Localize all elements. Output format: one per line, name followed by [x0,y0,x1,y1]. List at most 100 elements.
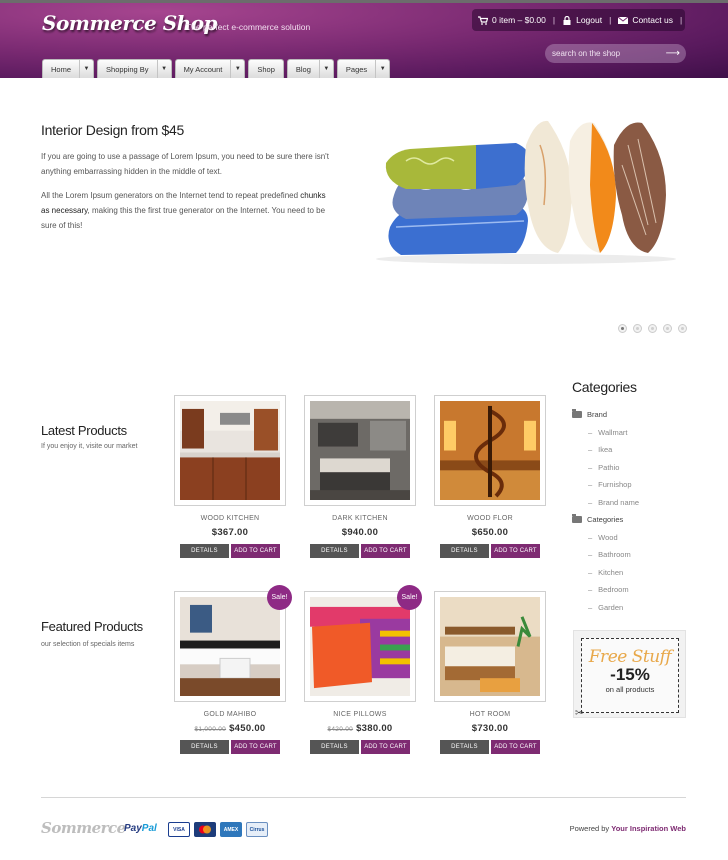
featured-products-subtitle: our selection of specials items [41,641,135,648]
promo-percent: -15% [610,665,650,684]
cart-link[interactable]: 0 item – $0.00 [472,15,552,25]
coupon: Free Stuff -15% on all products [581,638,679,713]
slider-dot[interactable] [678,324,687,333]
category-item[interactable]: Wallmart [572,424,639,442]
details-button[interactable]: DETAILS [180,544,229,558]
product-price: $730.00 [471,723,509,734]
hero-title: Interior Design from $45 [41,122,184,138]
slider-dot[interactable] [618,324,627,333]
details-button[interactable]: DETAILS [310,740,359,754]
old-price: $420.00 [327,726,354,733]
category-item[interactable]: Kitchen [572,564,639,582]
add-to-cart-button[interactable]: ADD TO CART [361,544,410,558]
product-card: WOOD FLOR $650.00 DETAILS ADD TO CART [434,395,546,558]
category-group[interactable]: Brand [572,406,639,424]
product-name[interactable]: NICE PILLOWS [304,711,416,718]
product-thumb[interactable] [434,395,546,506]
product-image [310,401,410,500]
category-item[interactable]: Brand name [572,494,639,512]
nav-blog[interactable]: Blog ▼ [286,59,334,78]
featured-products-title: Featured Products [41,619,143,634]
add-to-cart-button[interactable]: ADD TO CART [231,740,280,754]
product-thumb[interactable] [434,591,546,702]
product-price: $1,000.00 $450.00 [194,723,266,734]
footer-divider [41,797,686,798]
nav-my-account[interactable]: My Account ▼ [174,59,246,78]
search-input[interactable] [552,49,666,58]
add-to-cart-button[interactable]: ADD TO CART [491,740,540,754]
search-arrow-icon[interactable]: ⟶ [666,48,680,59]
category-item[interactable]: Wood [572,529,639,547]
promo-banner[interactable]: Free Stuff -15% on all products ✂ [573,630,686,719]
slider-dot[interactable] [633,324,642,333]
nav-home[interactable]: Home ▼ [42,59,95,78]
sale-badge: Sale! [397,585,422,610]
add-to-cart-button[interactable]: ADD TO CART [231,544,280,558]
category-item[interactable]: Bedroom [572,581,639,599]
product-image [180,401,280,500]
dropdown-arrow-icon[interactable]: ▼ [230,60,244,78]
top-bar: 0 item – $0.00 | Logout | Contact us | [472,9,685,31]
product-thumb[interactable]: Sale! [304,585,422,702]
product-image [180,597,280,696]
product-name[interactable]: HOT ROOM [434,711,546,718]
nav-shopping-by[interactable]: Shopping By ▼ [97,59,172,78]
add-to-cart-button[interactable]: ADD TO CART [491,544,540,558]
category-group[interactable]: Categories [572,511,639,529]
hero-paragraph: If you are going to use a passage of Lor… [41,152,329,176]
latest-products-title: Latest Products [41,423,127,438]
product-name[interactable]: DARK KITCHEN [304,515,416,522]
slider-dots [618,324,687,333]
product-image [440,401,540,500]
product-price: $940.00 [341,527,379,538]
add-to-cart-button[interactable]: ADD TO CART [361,740,410,754]
product-name[interactable]: GOLD MAHIBO [174,711,286,718]
dropdown-arrow-icon[interactable]: ▼ [156,60,171,78]
nav-shop[interactable]: Shop [248,59,284,78]
contact-link[interactable]: Contact us [612,15,679,25]
envelope-icon [618,15,629,25]
hero-pillows-image [376,120,676,264]
dropdown-arrow-icon[interactable]: ▼ [375,60,389,78]
category-item[interactable]: Bathroom [572,546,639,564]
product-thumb[interactable] [174,395,286,506]
nav-label: Shopping By [106,64,149,74]
slider-dot[interactable] [663,324,672,333]
payment-cards: VISA AMEX Cirrus [168,822,268,837]
category-item[interactable]: Garden [572,599,639,617]
product-card: HOT ROOM $730.00 DETAILS ADD TO CART [434,591,546,754]
search-box: ⟶ [545,44,686,63]
category-item[interactable]: Pathio [572,459,639,477]
product-card: WOOD KITCHEN $367.00 DETAILS ADD TO CART [174,395,286,558]
category-item[interactable]: Ikea [572,441,639,459]
hero-paragraph: All the Lorem Ipsum generators on the In… [41,191,326,230]
product-name[interactable]: WOOD FLOR [434,515,546,522]
logout-link[interactable]: Logout [556,15,608,25]
product-thumb[interactable] [304,395,416,506]
nav-pages[interactable]: Pages ▼ [336,59,391,78]
details-button[interactable]: DETAILS [440,544,489,558]
site-header: Sommerce Shop The perfect e-commerce sol… [0,0,728,78]
powered-by-link[interactable]: Your Inspiration Web [611,824,686,833]
cart-summary: 0 item – $0.00 [492,15,546,25]
dropdown-arrow-icon[interactable]: ▼ [318,60,333,78]
site-tagline: The perfect e-commerce solution [186,22,311,32]
dropdown-arrow-icon[interactable]: ▼ [79,60,93,78]
latest-products-subtitle: If you enjoy it, visite our market [41,443,138,450]
scissors-icon: ✂ [575,708,584,719]
old-price: $1,000.00 [194,726,227,733]
product-thumb[interactable]: Sale! [174,585,292,702]
details-button[interactable]: DETAILS [440,740,489,754]
main-nav: Home ▼ Shopping By ▼ My Account ▼ Shop Blog… [42,59,391,78]
powered-by: Powered by Your Inspiration Web [569,824,686,833]
mastercard-icon [194,822,216,837]
nav-label: Home [51,64,72,74]
details-button[interactable]: DETAILS [180,740,229,754]
details-button[interactable]: DETAILS [310,544,359,558]
logout-label: Logout [576,15,603,25]
lock-icon [562,15,572,25]
product-name[interactable]: WOOD KITCHEN [174,515,286,522]
footer-logo: Sommerce [41,819,126,837]
slider-dot[interactable] [648,324,657,333]
category-item[interactable]: Furnishop [572,476,639,494]
